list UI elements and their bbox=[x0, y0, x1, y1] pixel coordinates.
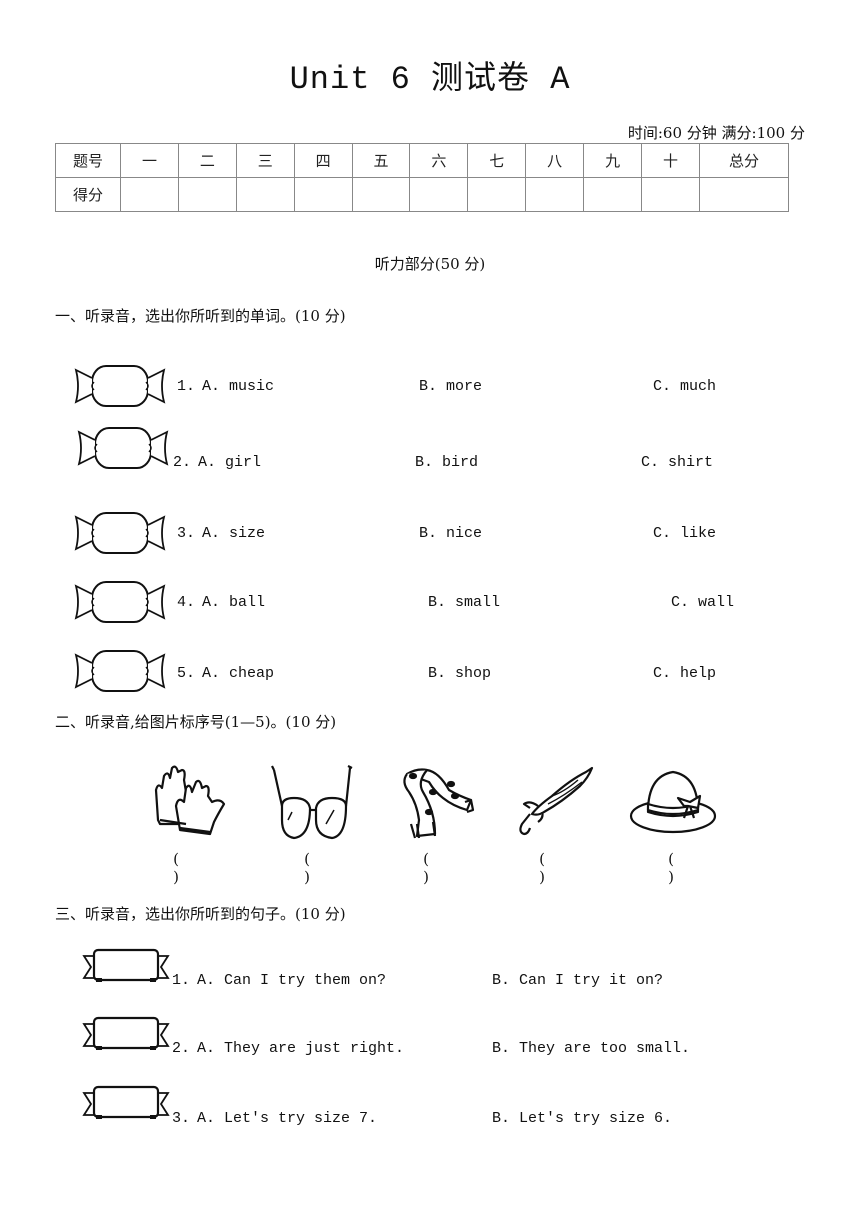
header-cell: 八 bbox=[525, 143, 585, 178]
option-a[interactable]: A. cheap bbox=[202, 665, 274, 682]
score-cell[interactable] bbox=[699, 177, 789, 212]
header-cell: 十 bbox=[641, 143, 700, 178]
option-b[interactable]: B. small bbox=[428, 594, 500, 611]
answer-blank[interactable]: ( ) bbox=[405, 850, 465, 886]
part3-item: 2. A. They are just right. B. They are t… bbox=[0, 1016, 860, 1066]
option-a[interactable]: A. ball bbox=[202, 594, 265, 611]
part2-heading: 二、听录音,给图片标序号(1—5)。(10 分) bbox=[55, 713, 337, 731]
answer-blank[interactable]: ( ) bbox=[155, 850, 215, 886]
score-row-label: 得分 bbox=[55, 177, 121, 212]
answer-blank[interactable]: ( ) bbox=[521, 850, 581, 886]
score-cell[interactable] bbox=[525, 177, 585, 212]
option-c[interactable]: C. wall bbox=[671, 594, 734, 611]
item-number: 3. bbox=[177, 525, 196, 542]
score-cell[interactable] bbox=[467, 177, 527, 212]
header-cell: 四 bbox=[293, 143, 353, 178]
score-cell[interactable] bbox=[409, 177, 469, 212]
answer-blank[interactable]: ( ) bbox=[650, 850, 710, 886]
score-table: 题号 一 二 三 四 五 六 七 八 九 十 总分 得分 bbox=[55, 143, 789, 212]
option-a[interactable]: A. size bbox=[202, 525, 265, 542]
part1-item: 2. A. girl B. bird C. shirt bbox=[0, 424, 860, 474]
scarf-icon bbox=[403, 768, 475, 839]
item-number: 1. bbox=[172, 972, 191, 989]
umbrella-icon bbox=[519, 766, 594, 836]
header-cell: 总分 bbox=[699, 143, 789, 178]
gloves-icon bbox=[154, 765, 226, 836]
header-cell: 九 bbox=[583, 143, 643, 178]
item-number: 1. bbox=[177, 378, 196, 395]
part1-item: 1. A. music B. more C. much bbox=[0, 362, 860, 412]
candy-icon bbox=[75, 365, 165, 407]
option-a[interactable]: A. music bbox=[202, 378, 274, 395]
option-b[interactable]: B. nice bbox=[419, 525, 482, 542]
item-number: 2. bbox=[172, 1040, 191, 1057]
header-cell: 七 bbox=[467, 143, 527, 178]
page-title: Unit 6 测试卷 A bbox=[289, 61, 571, 98]
hat-icon bbox=[629, 770, 717, 834]
option-b[interactable]: B. Can I try it on? bbox=[492, 972, 663, 989]
option-b[interactable]: B. bird bbox=[415, 454, 478, 471]
score-cell[interactable] bbox=[293, 177, 353, 212]
part3-heading: 三、听录音，选出你所听到的句子。(10 分) bbox=[55, 905, 346, 923]
option-c[interactable]: C. help bbox=[653, 665, 716, 682]
header-cell: 一 bbox=[120, 143, 179, 178]
option-c[interactable]: C. much bbox=[653, 378, 716, 395]
option-b[interactable]: B. Let's try size 6. bbox=[492, 1110, 672, 1127]
candy-icon bbox=[75, 512, 165, 554]
item-number: 4. bbox=[177, 594, 196, 611]
score-cell[interactable] bbox=[177, 177, 237, 212]
option-a[interactable]: A. Let's try size 7. bbox=[197, 1110, 377, 1127]
banner-icon bbox=[82, 948, 170, 984]
candy-icon bbox=[75, 650, 165, 692]
option-b[interactable]: B. more bbox=[419, 378, 482, 395]
option-b[interactable]: B. shop bbox=[428, 665, 491, 682]
score-cell[interactable] bbox=[641, 177, 700, 212]
score-cell[interactable] bbox=[235, 177, 295, 212]
score-cell[interactable] bbox=[583, 177, 643, 212]
option-a[interactable]: A. They are just right. bbox=[197, 1040, 404, 1057]
header-cell: 题号 bbox=[55, 143, 121, 178]
part3-item: 1. A. Can I try them on? B. Can I try it… bbox=[0, 948, 860, 998]
candy-icon bbox=[78, 427, 168, 469]
answer-blank[interactable]: ( ) bbox=[286, 850, 346, 886]
part1-heading: 一、听录音，选出你所听到的单词。(10 分) bbox=[55, 307, 346, 325]
score-cell[interactable] bbox=[351, 177, 411, 212]
header-cell: 五 bbox=[351, 143, 411, 178]
part3-item: 3. A. Let's try size 7. B. Let's try siz… bbox=[0, 1085, 860, 1135]
exam-meta: 时间:60 分钟 满分:100 分 bbox=[627, 124, 805, 142]
score-table-header-row: 题号 一 二 三 四 五 六 七 八 九 十 总分 bbox=[55, 143, 789, 178]
header-cell: 六 bbox=[409, 143, 469, 178]
listening-section-title: 听力部分(50 分) bbox=[374, 255, 486, 273]
banner-icon bbox=[82, 1085, 170, 1121]
banner-icon bbox=[82, 1016, 170, 1052]
part1-item: 4. A. ball B. small C. wall bbox=[0, 578, 860, 628]
option-a[interactable]: A. girl bbox=[198, 454, 261, 471]
score-table-score-row: 得分 bbox=[55, 177, 789, 212]
item-number: 3. bbox=[172, 1110, 191, 1127]
option-c[interactable]: C. like bbox=[653, 525, 716, 542]
item-number: 2. bbox=[173, 454, 192, 471]
option-b[interactable]: B. They are too small. bbox=[492, 1040, 690, 1057]
part1-item: 5. A. cheap B. shop C. help bbox=[0, 647, 860, 697]
header-cell: 三 bbox=[235, 143, 295, 178]
candy-icon bbox=[75, 581, 165, 623]
item-number: 5. bbox=[177, 665, 196, 682]
part1-item: 3. A. size B. nice C. like bbox=[0, 509, 860, 559]
score-cell[interactable] bbox=[120, 177, 179, 212]
option-a[interactable]: A. Can I try them on? bbox=[197, 972, 386, 989]
option-c[interactable]: C. shirt bbox=[641, 454, 713, 471]
glasses-icon bbox=[271, 765, 353, 840]
header-cell: 二 bbox=[177, 143, 237, 178]
